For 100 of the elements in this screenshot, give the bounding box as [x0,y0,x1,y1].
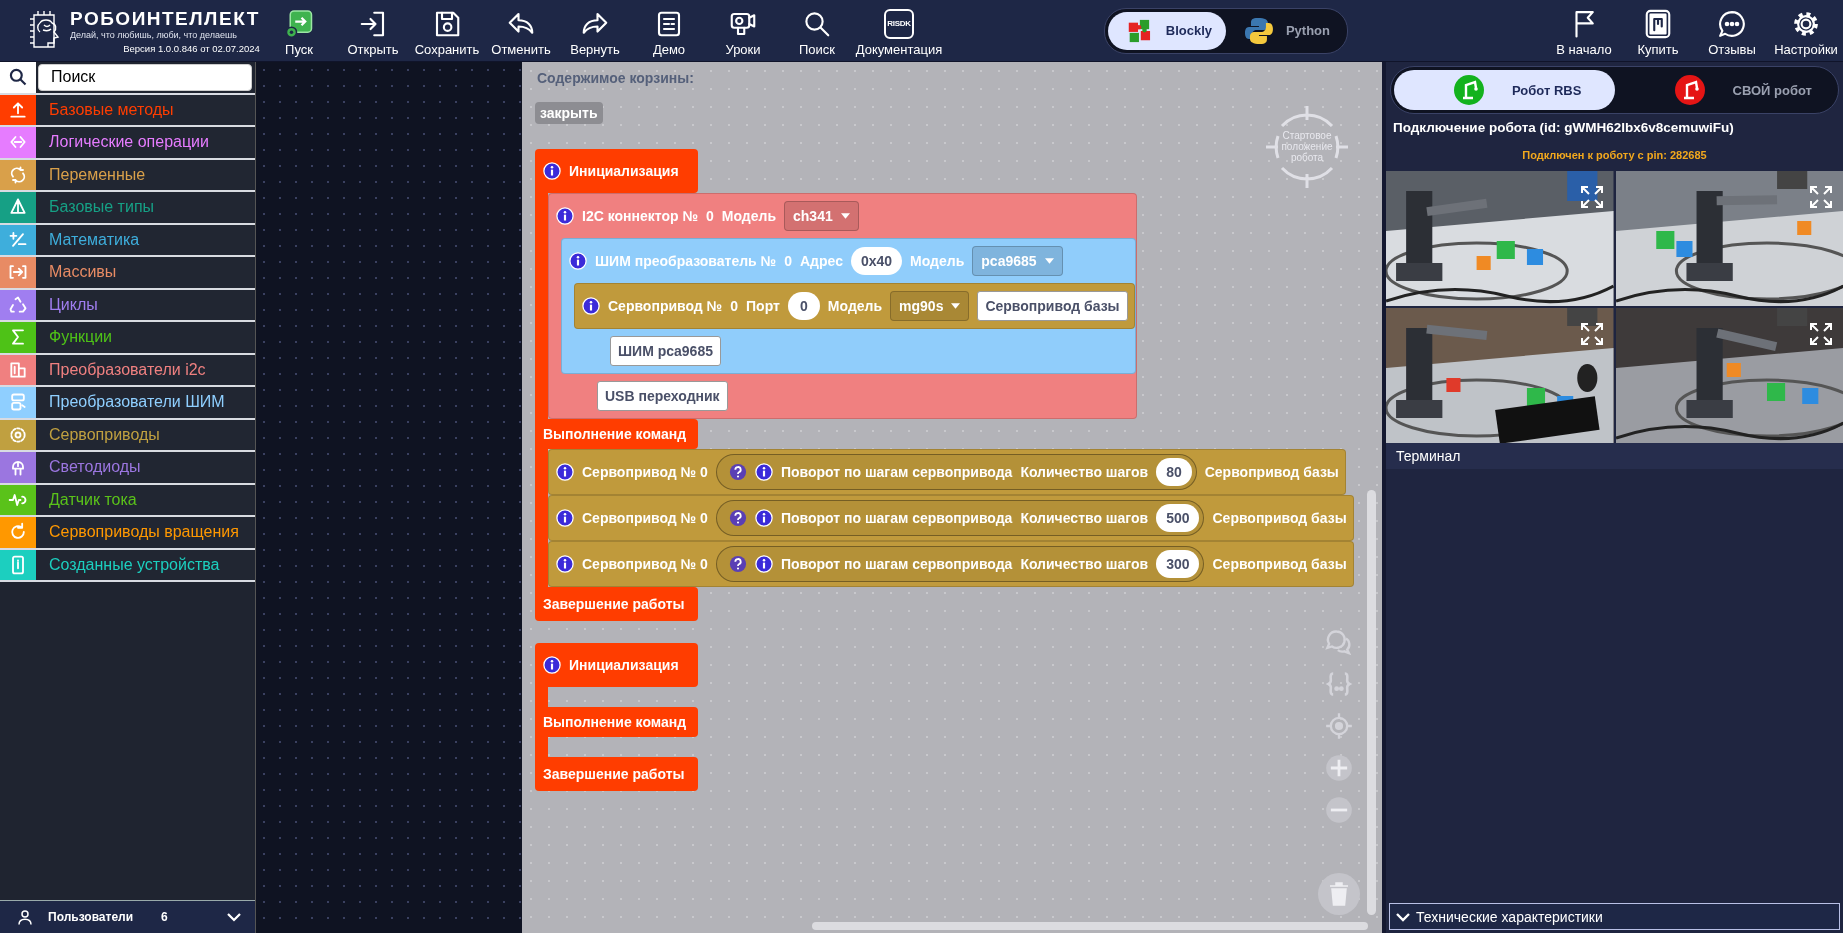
block-label: Количество шагов [1020,510,1149,526]
toolbar-button[interactable]: Демо [632,0,706,61]
info-icon[interactable] [754,509,773,527]
block-label: Модель [721,208,777,224]
caret-icon [951,303,961,309]
reporter-block[interactable]: Поворот по шагам сервопривода Количество шагов 300 [715,546,1205,582]
toolbar-button[interactable]: Настройки [1769,0,1843,61]
program-block-header[interactable]: Завершение работы [535,757,698,791]
code-block[interactable]: ШИМ преобразователь № 0 Адрес 0x40 Модель pca9685 Сервопривод № 0 Порт 0 Модель mg90s Сервопривод базы ШИМ pca9685 [561,238,1136,374]
caret-icon [840,213,850,219]
block-label: Сервопривод № 0 [582,556,708,572]
toolbar-button[interactable]: Отменить [484,0,558,61]
block-label: 0 [706,208,714,224]
block-label: Количество шагов [1020,556,1149,572]
code-block[interactable]: I2C коннектор № 0 Модель ch341 ШИМ преобразователь № 0 Адрес 0x40 Модель pca9685 Сервопривод № 0 Порт 0 Модель mg90s Сервопривод базы ШИМ pca9685 USB переходник [548,193,1137,419]
info-icon[interactable] [556,207,574,225]
text-field[interactable]: Сервопривод базы [977,291,1128,321]
block-label: Поворот по шагам сервопривода [780,464,1013,480]
info-icon[interactable] [556,509,574,527]
code-block[interactable]: Сервопривод № 0 Поворот по шагам сервопривода Количество шагов 500 Сервопривод базы [548,495,1354,541]
info-icon[interactable] [569,252,587,270]
fullscreen-icon[interactable] [1809,322,1833,346]
block-label: I2C коннектор № [582,208,699,224]
help-icon[interactable] [728,463,747,481]
code-block[interactable]: Сервопривод № 0 Поворот по шагам сервопривода Количество шагов 300 Сервопривод базы [548,541,1354,587]
number-field[interactable]: 80 [1156,458,1192,486]
toolbar-button[interactable]: Открыть [336,0,410,61]
block-label: Модель [910,253,965,269]
toolbar-button[interactable]: В начало [1547,0,1621,61]
block-label: Сервопривод базы [1212,510,1347,526]
mode-tab[interactable]: Blockly [1108,11,1226,50]
robot-tab[interactable]: СВОЙ робот [1614,70,1835,110]
scrollbar[interactable] [1367,490,1376,915]
toolbar-button[interactable]: RISDK Документация [854,0,944,61]
program-block-header[interactable]: Инициализация [535,149,698,193]
info-icon[interactable] [543,162,561,180]
reviews-icon [1717,8,1747,39]
robot-arm-icon [1674,75,1705,105]
number-field[interactable]: 0 [787,292,820,320]
reporter-block[interactable]: Поворот по шагам сервопривода Количество шагов 500 [715,500,1205,536]
number-field[interactable]: 500 [1156,504,1200,532]
block-label: 0 [784,253,792,269]
fullscreen-icon[interactable] [1579,322,1604,346]
toolbar-button[interactable]: Уроки [706,0,780,61]
connection-label: Подключение робота (id: gWMH62Ibx6v8cemuwiFu) [1392,119,1735,135]
user-icon [16,908,34,926]
block-label: Поворот по шагам сервопривода [780,510,1013,526]
block-label: Модель [827,298,883,314]
robot-tab[interactable]: Робот RBS [1394,70,1615,110]
block-label: Количество шагов [1020,464,1149,480]
text-field[interactable]: ШИМ pca9685 [610,336,721,366]
block-label: Адрес [800,253,843,269]
toolbar-button[interactable]: Поиск [780,0,854,61]
code-block[interactable]: Сервопривод № 0 Поворот по шагам сервопривода Количество шагов 80 Сервопривод базы [548,449,1346,495]
block-label: Выполнение команд [543,426,687,442]
scrollbar[interactable] [812,922,1368,930]
number-field[interactable]: 300 [1156,550,1200,578]
python-logo-icon [1244,15,1274,46]
pin-status: Подключен к роботу с pin: 282685 [1521,148,1708,163]
toolbar-button[interactable]: Отзывы [1695,0,1769,61]
help-icon[interactable] [728,509,747,527]
number-field[interactable]: 0x40 [850,247,903,275]
program-block-header[interactable]: Инициализация [535,643,698,687]
mode-tab[interactable]: Python [1226,11,1344,50]
block-label: Сервопривод базы [1212,556,1347,572]
toolbar-button[interactable]: Купить [1621,0,1695,61]
block-label: Сервопривод базы [1204,464,1339,480]
block-label: Инициализация [569,657,679,673]
specs-toggle[interactable]: Технические характеристики [1389,903,1840,930]
version-label: Версия 1.0.0.846 от 02.07.2024 [123,42,260,54]
crosshair-icon [1264,104,1350,190]
app-title: РОБОИНТЕЛЛЕКТ [70,7,260,30]
fullscreen-icon[interactable] [1579,185,1604,209]
users-label: Пользователи [48,910,134,924]
toolbar-button[interactable]: Сохранить [410,0,484,61]
help-icon[interactable] [728,555,747,573]
terminal-header[interactable]: Терминал [1386,443,1843,469]
info-icon[interactable] [754,555,773,573]
program-block-header[interactable]: Выполнение команд [535,419,698,449]
block-label: Сервопривод № 0 [582,464,708,480]
code-block[interactable]: Сервопривод № 0 Порт 0 Модель mg90s Сервопривод базы [574,283,1135,329]
program-block-header[interactable]: Завершение работы [535,587,698,621]
block-label: Сервопривод № [608,298,723,314]
robot-arm-icon [1454,75,1484,105]
info-icon[interactable] [543,656,561,674]
search-field[interactable]: Поиск [38,64,252,91]
program-block-header[interactable]: Выполнение команд [535,707,698,737]
toolbar-button[interactable]: Пуск [262,0,336,61]
info-icon[interactable] [556,555,574,573]
docs-icon: RISDK [884,8,914,39]
block-label: Поворот по шагам сервопривода [780,556,1013,572]
info-icon[interactable] [582,297,600,315]
buy-icon [1643,8,1673,39]
info-icon[interactable] [556,463,574,481]
reporter-block[interactable]: Поворот по шагам сервопривода Количество шагов 80 [715,454,1197,490]
variables-icon [8,164,28,185]
block-label: Завершение работы [543,766,685,782]
text-field[interactable]: USB переходник [597,381,728,411]
toolbar-button[interactable]: Вернуть [558,0,632,61]
info-icon[interactable] [754,463,773,481]
